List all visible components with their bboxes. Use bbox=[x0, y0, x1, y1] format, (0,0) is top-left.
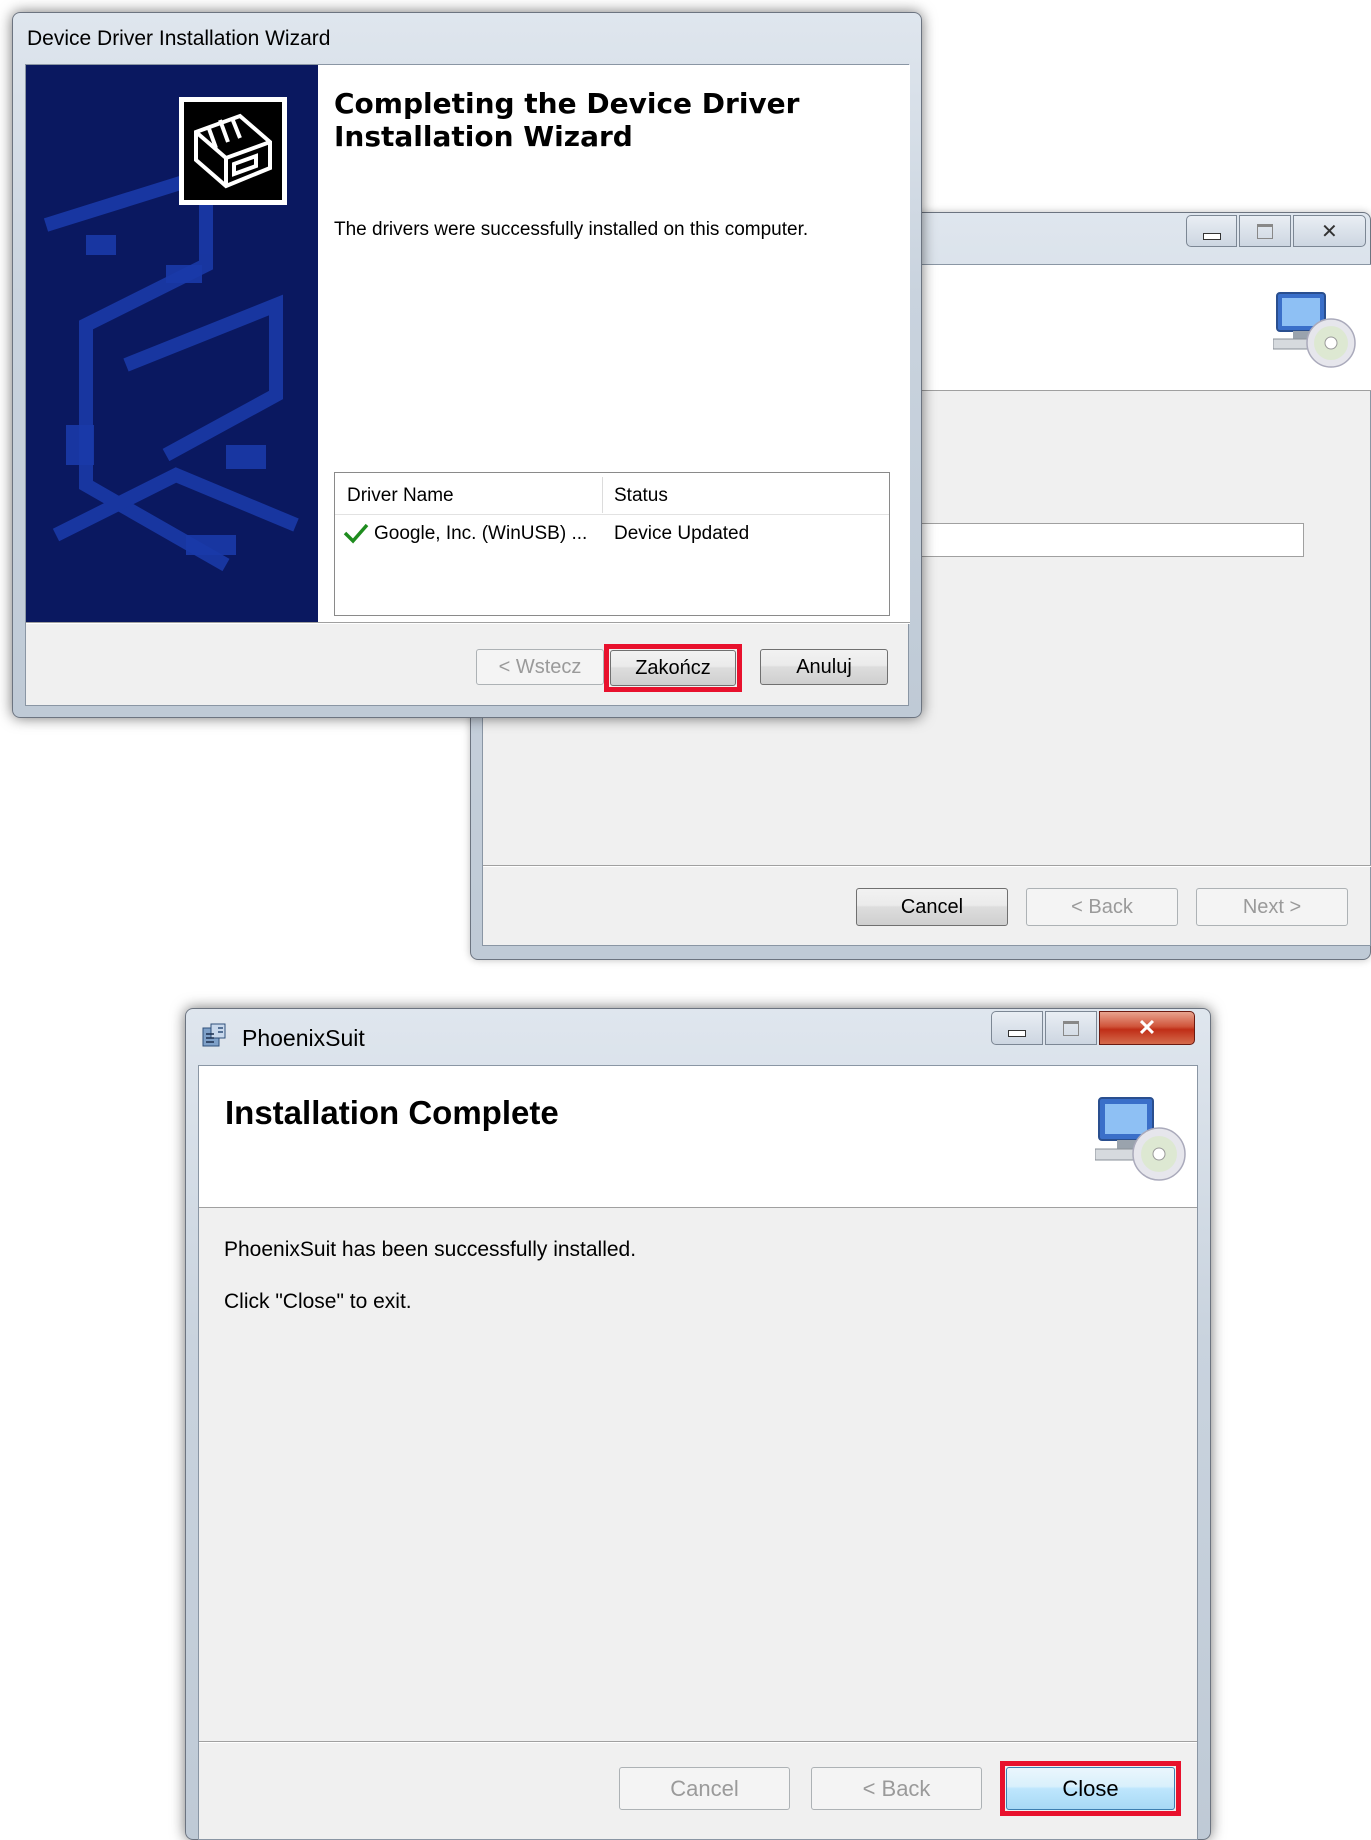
wizard-heading-line1: Completing the Device Driver bbox=[334, 87, 800, 120]
column-header-status[interactable]: Status bbox=[614, 485, 668, 507]
wizard-heading: Completing the Device Driver Installatio… bbox=[334, 87, 799, 153]
phoenix-footer-divider bbox=[199, 1741, 1197, 1743]
driver-wizard-client: Completing the Device Driver Installatio… bbox=[25, 64, 910, 706]
wizard-heading-line2: Installation Wizard bbox=[334, 120, 633, 153]
table-row[interactable]: Google, Inc. (WinUSB) ... Device Updated bbox=[335, 515, 889, 553]
wizard-message: The drivers were successfully installed … bbox=[334, 219, 809, 240]
close-icon: ✕ bbox=[1321, 220, 1338, 243]
back-button[interactable]: < Back bbox=[1026, 888, 1178, 926]
success-message: PhoenixSuit has been successfully instal… bbox=[224, 1238, 637, 1261]
window-title: PhoenixSuit bbox=[242, 1025, 365, 1051]
computer-cd-icon bbox=[1272, 289, 1357, 369]
maximize-button[interactable] bbox=[1045, 1011, 1097, 1045]
maximize-icon bbox=[1063, 1020, 1079, 1036]
driver-name-cell: Google, Inc. (WinUSB) ... bbox=[374, 523, 588, 544]
wizard-back-button[interactable]: < Wstecz bbox=[476, 649, 604, 685]
back-button[interactable]: < Back bbox=[811, 1767, 982, 1810]
column-header-driver-name[interactable]: Driver Name bbox=[347, 485, 454, 507]
computer-cd-icon bbox=[1094, 1094, 1187, 1182]
wizard-footer-divider bbox=[26, 622, 910, 624]
wizard-side-banner bbox=[26, 65, 318, 622]
close-icon: ✕ bbox=[1137, 1015, 1157, 1040]
phoenix-header-band: Installation Complete bbox=[199, 1066, 1197, 1208]
table-header: Driver Name Status bbox=[335, 473, 889, 515]
phoenix-client: Installation Complete PhoenixSuit has be… bbox=[198, 1065, 1198, 1840]
status-cell: Device Updated bbox=[614, 523, 750, 544]
installer-app-icon bbox=[201, 1022, 229, 1050]
finish-button[interactable]: Zakończ bbox=[610, 650, 736, 686]
exit-instruction: Click "Close" to exit. bbox=[224, 1290, 412, 1313]
minimize-button[interactable] bbox=[1186, 215, 1238, 247]
minimize-icon bbox=[1008, 1029, 1026, 1037]
minimize-icon bbox=[1202, 232, 1221, 240]
close-button[interactable]: Close bbox=[1006, 1767, 1175, 1810]
wizard-cancel-button[interactable]: Anuluj bbox=[760, 649, 888, 685]
hardware-card-icon bbox=[179, 97, 287, 205]
minimize-button[interactable] bbox=[991, 1011, 1043, 1045]
close-button[interactable]: ✕ bbox=[1099, 1011, 1195, 1045]
check-icon bbox=[343, 522, 369, 544]
close-button[interactable]: ✕ bbox=[1292, 215, 1366, 247]
background-footer-divider bbox=[483, 865, 1371, 867]
column-divider[interactable] bbox=[602, 477, 603, 513]
next-button[interactable]: Next > bbox=[1196, 888, 1348, 926]
driver-table: Driver Name Status Google, Inc. (WinUSB)… bbox=[334, 472, 890, 616]
cancel-button[interactable]: Cancel bbox=[619, 1767, 790, 1810]
cancel-button[interactable]: Cancel bbox=[856, 888, 1008, 926]
background-window-caption-buttons: ✕ bbox=[1186, 215, 1366, 247]
wizard-content-area: Completing the Device Driver Installatio… bbox=[318, 65, 910, 622]
page-title: Installation Complete bbox=[225, 1094, 559, 1131]
window-title: Device Driver Installation Wizard bbox=[27, 27, 331, 50]
maximize-icon bbox=[1257, 223, 1274, 239]
maximize-button[interactable] bbox=[1239, 215, 1291, 247]
phoenix-caption-buttons: ✕ bbox=[991, 1011, 1197, 1045]
